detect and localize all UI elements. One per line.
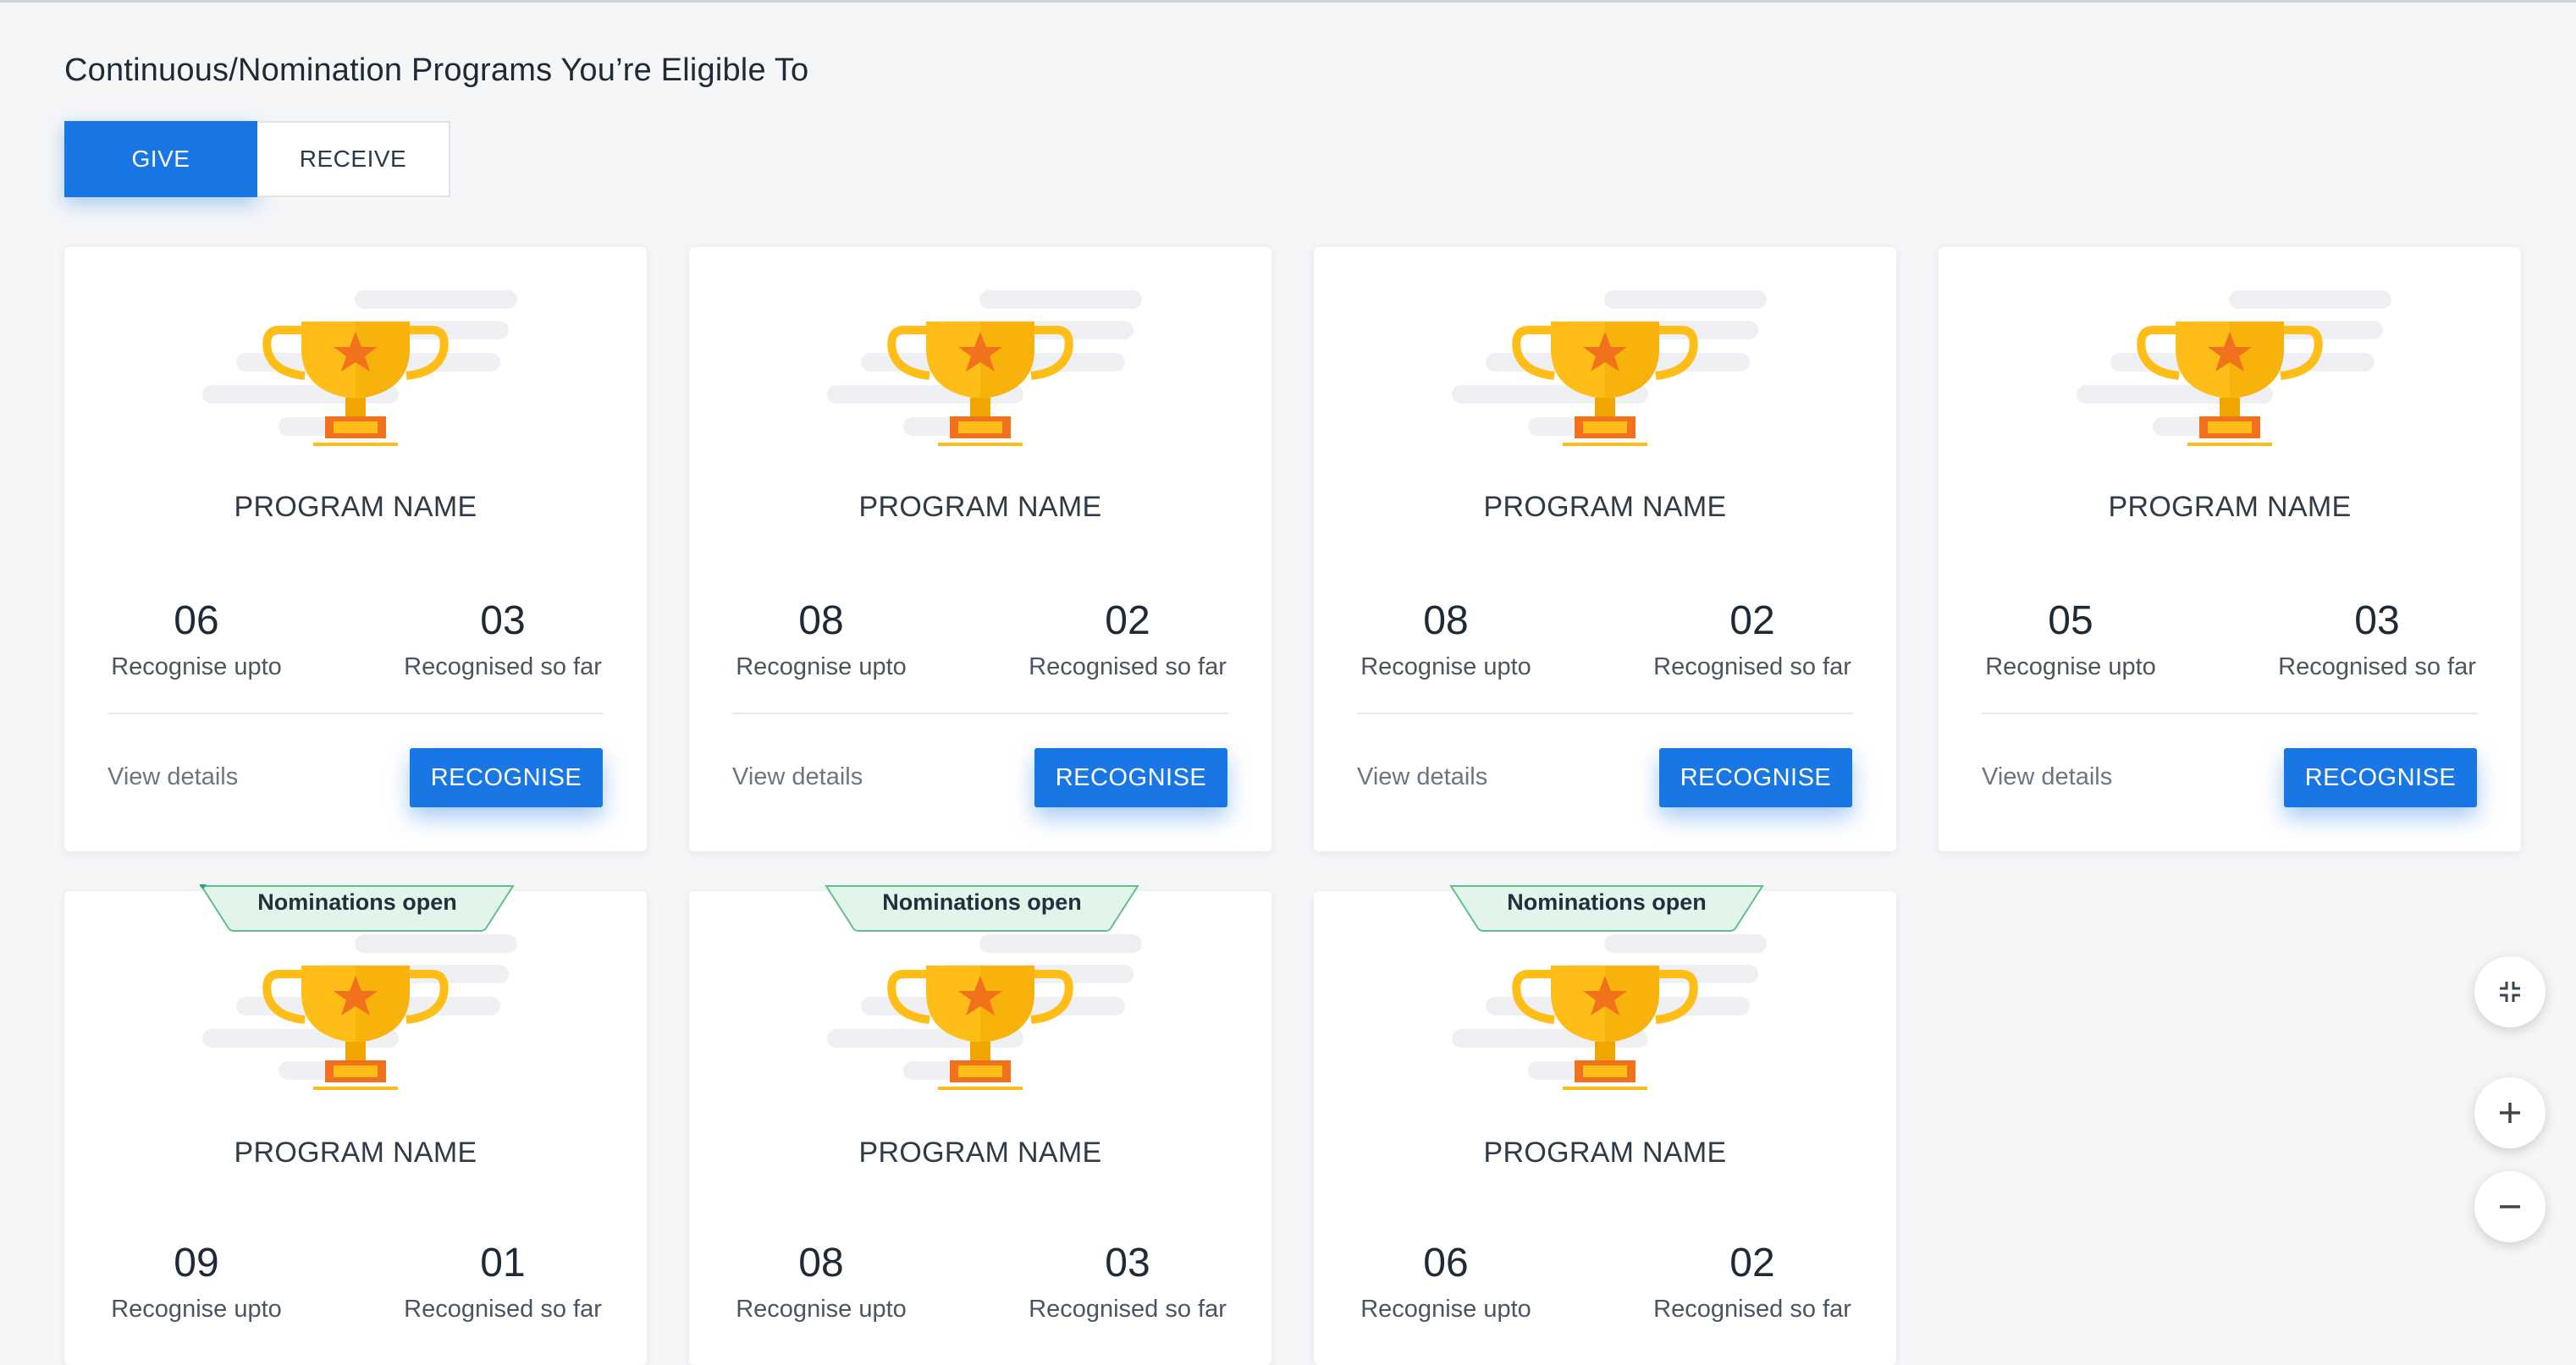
program-name: PROGRAM NAME bbox=[234, 1137, 477, 1169]
recognise-upto-value: 05 bbox=[2048, 598, 2093, 643]
shrink-button[interactable] bbox=[2474, 956, 2546, 1027]
trophy-icon bbox=[811, 925, 1150, 1094]
recognised-so-far-stat: 02 Recognised so far bbox=[1625, 1243, 1879, 1324]
recognise-button[interactable]: RECOGNISE bbox=[1659, 748, 1852, 807]
recognised-so-far-label: Recognised so far bbox=[1653, 653, 1851, 680]
recognise-button[interactable]: RECOGNISE bbox=[410, 748, 603, 807]
recognise-upto-stat: 08 Recognise upto bbox=[694, 1243, 948, 1324]
trophy-icon bbox=[1436, 281, 1774, 450]
program-card: PROGRAM NAME 08 Recognise upto 02 Recogn… bbox=[1314, 247, 1896, 851]
program-card: PROGRAM NAME 08 Recognise upto 02 Recogn… bbox=[689, 247, 1271, 851]
recognise-upto-value: 08 bbox=[798, 1241, 844, 1285]
recognised-so-far-value: 03 bbox=[1105, 1241, 1150, 1285]
recognised-so-far-stat: 03 Recognised so far bbox=[2250, 601, 2504, 681]
trophy-icon bbox=[1436, 925, 1774, 1094]
receive-tab[interactable]: RECEIVE bbox=[257, 121, 450, 197]
nomination-program-card: Nominations open PROGRAM NAME 08 Recogni… bbox=[689, 885, 1271, 1365]
nominations-open-label: Nominations open bbox=[882, 889, 1082, 915]
divider bbox=[732, 713, 1228, 714]
recognised-so-far-stat: 02 Recognised so far bbox=[1625, 601, 1879, 681]
recognise-upto-value: 06 bbox=[1423, 1241, 1469, 1285]
nomination-program-card: Nominations open PROGRAM NAME 09 Recogni… bbox=[64, 884, 647, 1365]
divider bbox=[1357, 713, 1853, 714]
trophy-icon bbox=[2060, 281, 2399, 450]
give-receive-toggle: GIVE RECEIVE bbox=[64, 121, 450, 197]
recognised-so-far-value: 01 bbox=[480, 1241, 526, 1285]
divider bbox=[108, 713, 604, 714]
trophy-icon bbox=[186, 281, 525, 450]
recognise-upto-stat: 08 Recognise upto bbox=[694, 601, 948, 681]
program-name: PROGRAM NAME bbox=[858, 1137, 1102, 1169]
minus-icon bbox=[2500, 1205, 2520, 1208]
zoom-in-button[interactable] bbox=[2474, 1077, 2546, 1148]
recognise-upto-label: Recognise upto bbox=[736, 653, 907, 680]
recognise-upto-label: Recognise upto bbox=[1985, 653, 2156, 680]
divider bbox=[1982, 713, 2478, 714]
program-name: PROGRAM NAME bbox=[1483, 1137, 1727, 1169]
recognised-so-far-label: Recognised so far bbox=[1029, 653, 1227, 680]
view-details-link[interactable]: View details bbox=[1982, 763, 2112, 791]
program-card: PROGRAM NAME 05 Recognise upto 03 Recogn… bbox=[1939, 247, 2521, 851]
trophy-icon bbox=[186, 925, 525, 1094]
recognise-upto-label: Recognise upto bbox=[736, 1296, 907, 1323]
recognise-button[interactable]: RECOGNISE bbox=[2284, 748, 2477, 807]
nominations-open-label: Nominations open bbox=[1507, 889, 1707, 915]
recognise-upto-value: 08 bbox=[1423, 598, 1469, 643]
recognised-so-far-stat: 02 Recognised so far bbox=[1001, 601, 1255, 681]
nomination-program-card: Nominations open PROGRAM NAME 06 Recogni… bbox=[1314, 885, 1896, 1365]
recognise-upto-stat: 06 Recognise upto bbox=[1319, 1243, 1573, 1324]
trophy-icon bbox=[811, 281, 1150, 450]
plus-icon bbox=[2500, 1103, 2520, 1123]
shrink-icon bbox=[2500, 982, 2520, 1002]
give-tab[interactable]: GIVE bbox=[64, 121, 257, 197]
recognise-upto-label: Recognise upto bbox=[1360, 653, 1531, 680]
recognised-so-far-label: Recognised so far bbox=[1653, 1296, 1851, 1323]
program-name: PROGRAM NAME bbox=[858, 491, 1102, 523]
recognised-so-far-value: 03 bbox=[2354, 598, 2400, 643]
view-details-link[interactable]: View details bbox=[108, 763, 238, 791]
recognised-so-far-value: 02 bbox=[1105, 598, 1150, 643]
page-title: Continuous/Nomination Programs You’re El… bbox=[64, 52, 809, 88]
program-name: PROGRAM NAME bbox=[1483, 491, 1727, 523]
recognised-so-far-value: 02 bbox=[1729, 598, 1775, 643]
view-details-link[interactable]: View details bbox=[732, 763, 863, 791]
recognised-so-far-label: Recognised so far bbox=[1029, 1296, 1227, 1323]
recognised-so-far-label: Recognised so far bbox=[2278, 653, 2476, 680]
recognise-upto-label: Recognise upto bbox=[111, 1296, 282, 1323]
view-details-link[interactable]: View details bbox=[1357, 763, 1487, 791]
recognise-button[interactable]: RECOGNISE bbox=[1034, 748, 1227, 807]
recognised-so-far-value: 02 bbox=[1729, 1241, 1775, 1285]
program-name: PROGRAM NAME bbox=[2108, 491, 2352, 523]
program-name: PROGRAM NAME bbox=[234, 491, 477, 523]
program-card: PROGRAM NAME 06 Recognise upto 03 Recogn… bbox=[64, 247, 647, 851]
nominations-open-label: Nominations open bbox=[257, 889, 457, 915]
recognise-upto-value: 06 bbox=[174, 598, 219, 643]
recognise-upto-stat: 09 Recognise upto bbox=[69, 1243, 323, 1324]
recognise-upto-value: 09 bbox=[174, 1241, 219, 1285]
recognised-so-far-stat: 03 Recognised so far bbox=[376, 601, 630, 681]
recognise-upto-label: Recognise upto bbox=[111, 653, 282, 680]
zoom-out-button[interactable] bbox=[2474, 1171, 2546, 1242]
recognise-upto-stat: 06 Recognise upto bbox=[69, 601, 323, 681]
recognised-so-far-label: Recognised so far bbox=[404, 653, 602, 680]
recognised-so-far-value: 03 bbox=[480, 598, 526, 643]
recognise-upto-label: Recognise upto bbox=[1360, 1296, 1531, 1323]
recognise-upto-stat: 05 Recognise upto bbox=[1944, 601, 2198, 681]
recognise-upto-value: 08 bbox=[798, 598, 844, 643]
top-border bbox=[0, 0, 2576, 3]
recognised-so-far-label: Recognised so far bbox=[404, 1296, 602, 1323]
recognised-so-far-stat: 03 Recognised so far bbox=[1001, 1243, 1255, 1324]
recognise-upto-stat: 08 Recognise upto bbox=[1319, 601, 1573, 681]
recognised-so-far-stat: 01 Recognised so far bbox=[376, 1243, 630, 1324]
